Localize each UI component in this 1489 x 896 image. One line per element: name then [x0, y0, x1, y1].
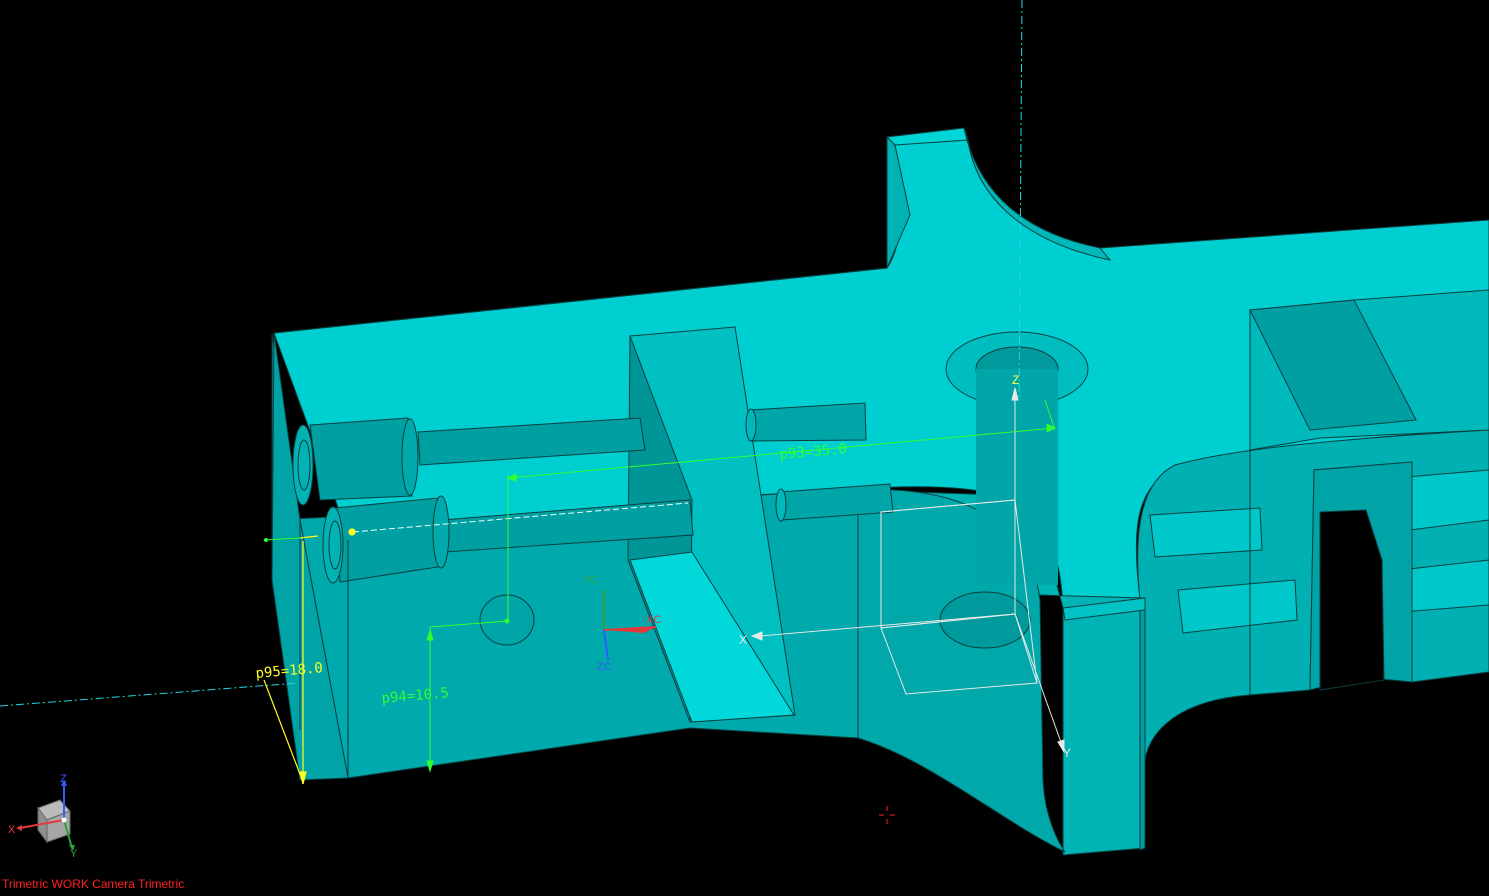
wcs-y-label: Y: [1063, 746, 1071, 760]
triad-y-label: Y: [70, 848, 78, 860]
view-triad-icon[interactable]: [16, 779, 75, 851]
view-center-marker-icon: [879, 806, 895, 824]
wcs-x-label: X: [739, 633, 747, 647]
datum-xc-label: XC: [646, 614, 661, 626]
wcs-z-label: Z: [1012, 373, 1019, 387]
graphics-viewport[interactable]: X Y Z YC XC ZC p93=35.0 p94=10.5 p95=18.…: [0, 0, 1489, 896]
datum-zc-label: ZC: [597, 661, 612, 673]
datum-yc-label: YC: [583, 574, 598, 586]
triad-x-label: X: [8, 824, 16, 836]
triad-z-label: Z: [60, 773, 67, 785]
view-status-text: Trimetric WORK Camera Trimetric: [2, 877, 185, 891]
solid-body[interactable]: [271, 127, 1489, 856]
